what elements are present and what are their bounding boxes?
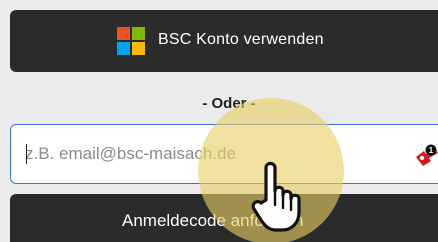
request-code-button[interactable]: Anmeldecode anfordern xyxy=(10,194,438,242)
login-panel: BSC Konto verwenden - Oder - 1 Anmeldeco… xyxy=(0,0,438,242)
or-divider: - Oder - xyxy=(202,95,256,112)
text-caret xyxy=(26,144,27,164)
microsoft-logo-icon xyxy=(117,27,145,55)
microsoft-signin-button[interactable]: BSC Konto verwenden xyxy=(10,10,438,72)
password-manager-badge: 1 xyxy=(429,146,434,155)
request-code-label: Anmeldecode anfordern xyxy=(122,211,304,230)
password-manager-key-icon[interactable]: 1 xyxy=(413,141,438,169)
microsoft-signin-label: BSC Konto verwenden xyxy=(158,31,324,48)
email-input[interactable] xyxy=(25,142,385,166)
email-field[interactable]: 1 xyxy=(10,124,438,184)
